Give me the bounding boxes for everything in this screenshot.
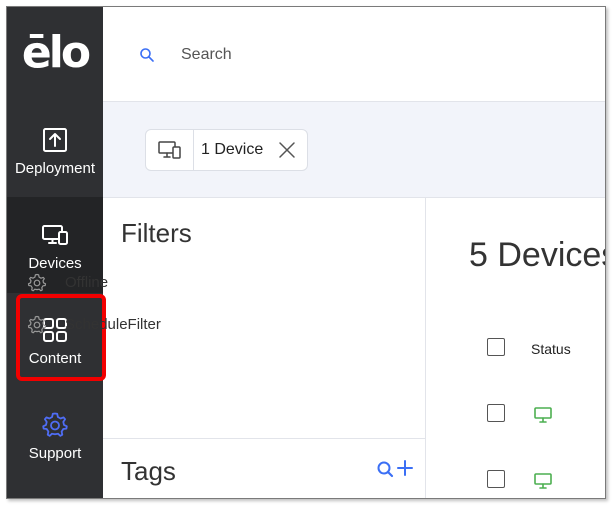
selection-chip-bar: 1 Device bbox=[103, 102, 605, 198]
sidebar-item-label: Deployment bbox=[14, 160, 96, 177]
devices-icon bbox=[42, 225, 68, 245]
devices-icon bbox=[158, 141, 181, 159]
tags-heading: Tags bbox=[121, 456, 176, 486]
column-header-status[interactable]: Status bbox=[531, 341, 571, 357]
filter-label: Offline bbox=[65, 274, 109, 291]
search-add-icon[interactable] bbox=[376, 459, 416, 481]
sidebar: ēlo Deployment Devices Content Support bbox=[7, 7, 103, 498]
upload-icon bbox=[43, 128, 67, 152]
devices-main: 5 Devices Status bbox=[427, 198, 605, 498]
elo-logo[interactable]: ēlo bbox=[7, 25, 103, 81]
close-icon[interactable] bbox=[278, 141, 296, 159]
gear-icon bbox=[27, 315, 47, 334]
top-header bbox=[103, 7, 605, 102]
monitor-online-icon bbox=[534, 407, 552, 423]
chip-label: 1 Device bbox=[201, 141, 264, 158]
monitor-online-icon bbox=[534, 473, 552, 489]
sidebar-item-support[interactable]: Support bbox=[7, 387, 103, 483]
sidebar-item-label: Content bbox=[28, 350, 82, 367]
sidebar-item-content[interactable]: Content bbox=[7, 292, 103, 388]
filter-item-offline[interactable]: Offline bbox=[27, 271, 307, 295]
app-window: ēlo Deployment Devices Content Support S… bbox=[6, 6, 606, 499]
filter-item-schedulefilter[interactable]: ScheduleFilter bbox=[27, 313, 307, 337]
row-checkbox[interactable] bbox=[487, 404, 505, 422]
selected-devices-chip[interactable]: 1 Device bbox=[145, 129, 308, 171]
gear-icon bbox=[27, 273, 47, 292]
devices-count-title: 5 Devices bbox=[469, 236, 606, 274]
select-all-checkbox[interactable] bbox=[487, 338, 505, 356]
row-checkbox[interactable] bbox=[487, 470, 505, 488]
sidebar-item-deployment[interactable]: Deployment bbox=[7, 102, 103, 198]
chip-icon-container bbox=[146, 130, 194, 170]
sidebar-item-label: Support bbox=[28, 445, 82, 462]
search-input[interactable] bbox=[181, 44, 481, 66]
tags-panel: Tags bbox=[103, 438, 426, 498]
gear-icon bbox=[42, 412, 68, 437]
sidebar-item-label: Devices bbox=[28, 255, 82, 272]
filter-label: ScheduleFilter bbox=[65, 316, 161, 333]
search-icon bbox=[140, 48, 154, 62]
filters-heading: Filters bbox=[121, 218, 192, 248]
